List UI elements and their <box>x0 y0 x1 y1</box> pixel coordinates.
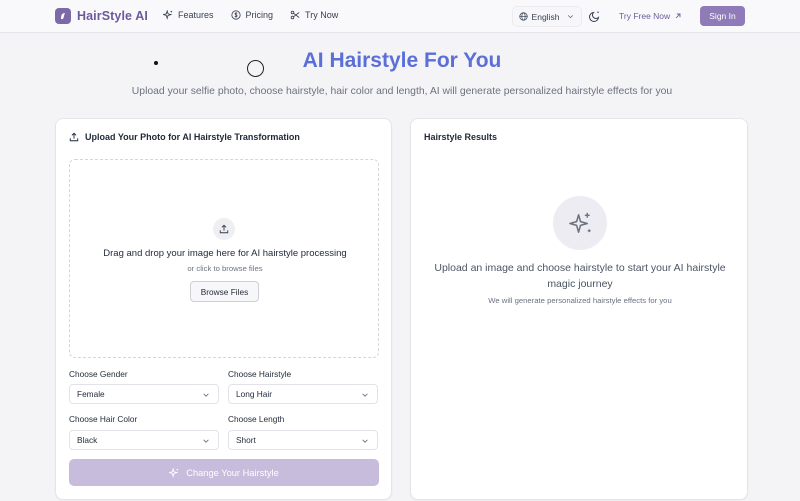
chevron-down-icon <box>203 393 209 397</box>
scissors-icon <box>290 10 300 20</box>
chevron-down-icon <box>362 439 368 443</box>
dropzone-title: Drag and drop your image here for AI hai… <box>103 248 347 259</box>
language-select[interactable]: English <box>512 6 582 27</box>
length-select[interactable]: Short <box>228 430 378 450</box>
hairstyle-value: Long Hair <box>236 389 272 399</box>
try-free-label: Try Free Now <box>619 11 671 21</box>
nav-pricing[interactable]: Pricing <box>230 10 274 20</box>
gender-value: Female <box>77 389 105 399</box>
brand-name: HairStyle AI <box>77 9 148 23</box>
main-nav: Features Pricing Try Now <box>163 10 338 20</box>
globe-icon <box>518 12 528 21</box>
upload-panel-header: Upload Your Photo for AI Hairstyle Trans… <box>69 132 300 142</box>
dropzone-upload-icon <box>213 218 235 240</box>
chevron-down-icon <box>568 15 574 19</box>
results-empty-title: Upload an image and choose hairstyle to … <box>434 262 726 290</box>
hair-color-value: Black <box>77 435 98 445</box>
length-value: Short <box>236 435 256 445</box>
image-dropzone[interactable]: Drag and drop your image here for AI hai… <box>69 159 379 358</box>
language-label: English <box>531 11 560 22</box>
results-empty-subtitle: We will generate personalized hairstyle … <box>488 296 672 305</box>
sparkles-icon <box>169 467 179 478</box>
hairstyle-label: Choose Hairstyle <box>228 369 292 379</box>
change-hairstyle-label: Change Your Hairstyle <box>186 467 279 478</box>
sign-in-button[interactable]: Sign In <box>700 6 745 26</box>
top-navbar: HairStyle AI Features Pricing Try Now En… <box>0 0 800 33</box>
gender-label: Choose Gender <box>69 369 128 379</box>
brand-logo[interactable]: HairStyle AI <box>55 8 148 24</box>
logo-icon <box>55 8 71 24</box>
hairstyle-select[interactable]: Long Hair <box>228 384 378 404</box>
upload-panel: Upload Your Photo for AI Hairstyle Trans… <box>55 118 392 500</box>
nav-try-now[interactable]: Try Now <box>290 10 338 20</box>
page-title: AI Hairstyle For You <box>302 49 502 72</box>
results-panel-header: Hairstyle Results <box>424 132 497 142</box>
chevron-down-icon <box>362 393 368 397</box>
results-panel: Hairstyle Results Upload an image and ch… <box>410 118 748 500</box>
nav-features-label: Features <box>178 10 214 20</box>
upload-icon <box>69 132 79 142</box>
magic-sparkles-icon <box>553 196 607 250</box>
nav-features[interactable]: Features <box>163 10 214 20</box>
chevron-down-icon <box>203 439 209 443</box>
nav-pricing-label: Pricing <box>245 10 274 20</box>
page-subtitle: Upload your selfie photo, choose hairsty… <box>131 86 673 97</box>
try-free-link[interactable]: Try Free Now <box>619 11 682 21</box>
nav-try-now-label: Try Now <box>305 10 339 20</box>
gender-select[interactable]: Female <box>69 384 219 404</box>
sparkles-icon <box>163 10 173 20</box>
length-label: Choose Length <box>228 414 285 424</box>
browse-files-button[interactable]: Browse Files <box>190 281 259 302</box>
upload-panel-title: Upload Your Photo for AI Hairstyle Trans… <box>85 132 300 142</box>
hair-color-select[interactable]: Black <box>69 430 219 450</box>
change-hairstyle-button[interactable]: Change Your Hairstyle <box>69 459 379 486</box>
hair-color-label: Choose Hair Color <box>69 414 138 424</box>
dropzone-subtitle: or click to browse files <box>187 264 263 273</box>
results-panel-title: Hairstyle Results <box>424 132 498 142</box>
dollar-icon <box>230 10 241 20</box>
moon-icon[interactable] <box>589 10 601 22</box>
arrow-up-right-icon <box>675 13 681 19</box>
